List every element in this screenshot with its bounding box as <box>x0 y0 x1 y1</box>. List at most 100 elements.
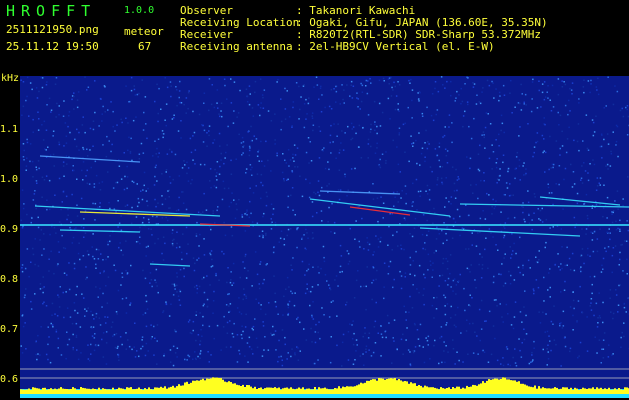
noise-dot <box>52 135 54 137</box>
noise-dot <box>100 253 102 255</box>
noise-dot <box>101 306 103 308</box>
noise-dot <box>446 80 448 83</box>
noise-dot <box>251 107 254 109</box>
noise-dot <box>520 109 523 111</box>
noise-dot <box>508 270 510 273</box>
noise-dot <box>523 338 526 341</box>
noise-dot <box>210 254 212 257</box>
noise-dot <box>586 214 589 217</box>
noise-dot <box>536 140 539 143</box>
noise-dot <box>317 191 319 194</box>
noise-dot <box>469 167 471 170</box>
noise-dot <box>208 130 210 132</box>
noise-dot <box>388 322 390 324</box>
noise-dot <box>193 286 196 288</box>
noise-dot <box>557 111 559 114</box>
noise-dot <box>514 168 516 170</box>
noise-dot <box>561 267 563 270</box>
noise-dot <box>377 332 379 334</box>
noise-dot <box>598 339 601 341</box>
noise-dot <box>284 343 286 346</box>
noise-dot <box>576 321 578 323</box>
noise-dot <box>112 187 115 189</box>
noise-dot <box>455 97 457 99</box>
level-column <box>482 381 484 394</box>
noise-dot <box>317 266 319 268</box>
noise-dot <box>561 246 563 248</box>
level-column <box>200 379 202 394</box>
noise-dot <box>591 239 594 241</box>
noise-dot <box>288 286 290 288</box>
noise-dot <box>301 195 304 198</box>
level-column <box>288 388 290 394</box>
noise-dot <box>455 293 457 295</box>
noise-dot <box>86 250 89 252</box>
noise-dot <box>117 356 120 358</box>
noise-dot <box>117 289 120 292</box>
noise-dot <box>409 256 411 259</box>
noise-dot <box>587 149 590 151</box>
noise-dot <box>99 324 102 326</box>
noise-dot <box>172 364 175 367</box>
level-column <box>58 388 60 394</box>
noise-dot <box>598 182 600 184</box>
noise-dot <box>456 179 459 181</box>
level-column <box>606 389 608 394</box>
noise-dot <box>542 348 544 351</box>
noise-dot <box>272 213 274 216</box>
noise-dot <box>153 354 155 356</box>
noise-dot <box>21 114 23 116</box>
noise-dot <box>69 131 71 134</box>
noise-dot <box>470 184 472 186</box>
noise-dot <box>293 304 296 307</box>
noise-dot <box>549 268 551 270</box>
noise-dot <box>465 330 468 332</box>
noise-dot <box>435 308 438 310</box>
noise-dot <box>401 190 403 192</box>
noise-dot <box>60 354 63 356</box>
noise-dot <box>387 273 390 275</box>
noise-dot <box>453 190 456 192</box>
noise-dot <box>523 101 525 104</box>
noise-dot <box>506 217 509 220</box>
noise-dot <box>97 258 100 260</box>
noise-dot <box>280 355 282 358</box>
noise-dot <box>23 203 25 205</box>
noise-dot <box>457 176 459 178</box>
noise-dot <box>174 352 177 354</box>
noise-dot <box>86 155 89 157</box>
noise-dot <box>415 139 417 142</box>
noise-dot <box>366 241 369 244</box>
noise-dot <box>467 103 469 106</box>
noise-dot <box>576 202 579 205</box>
noise-dot <box>202 315 204 318</box>
noise-dot <box>197 334 200 336</box>
noise-dot <box>394 196 396 198</box>
noise-dot <box>114 130 116 132</box>
noise-dot <box>231 192 233 194</box>
noise-dot <box>115 332 118 335</box>
noise-dot <box>543 276 545 279</box>
noise-dot <box>411 89 414 91</box>
noise-dot <box>262 325 265 327</box>
noise-dot <box>75 227 77 229</box>
noise-dot <box>206 275 208 277</box>
noise-dot <box>223 315 225 318</box>
noise-dot <box>426 193 429 195</box>
noise-dot <box>303 84 305 86</box>
noise-dot <box>161 195 163 197</box>
noise-dot <box>538 218 540 220</box>
noise-dot <box>307 137 310 139</box>
noise-dot <box>71 242 74 244</box>
noise-dot <box>162 310 165 312</box>
noise-dot <box>43 120 46 123</box>
noise-dot <box>82 227 85 229</box>
noise-dot <box>296 166 299 168</box>
noise-dot <box>162 236 165 238</box>
noise-dot <box>548 272 550 274</box>
noise-dot <box>479 253 481 255</box>
noise-dot <box>461 227 464 229</box>
noise-dot <box>538 89 540 92</box>
noise-dot <box>306 232 308 234</box>
noise-dot <box>186 172 188 175</box>
